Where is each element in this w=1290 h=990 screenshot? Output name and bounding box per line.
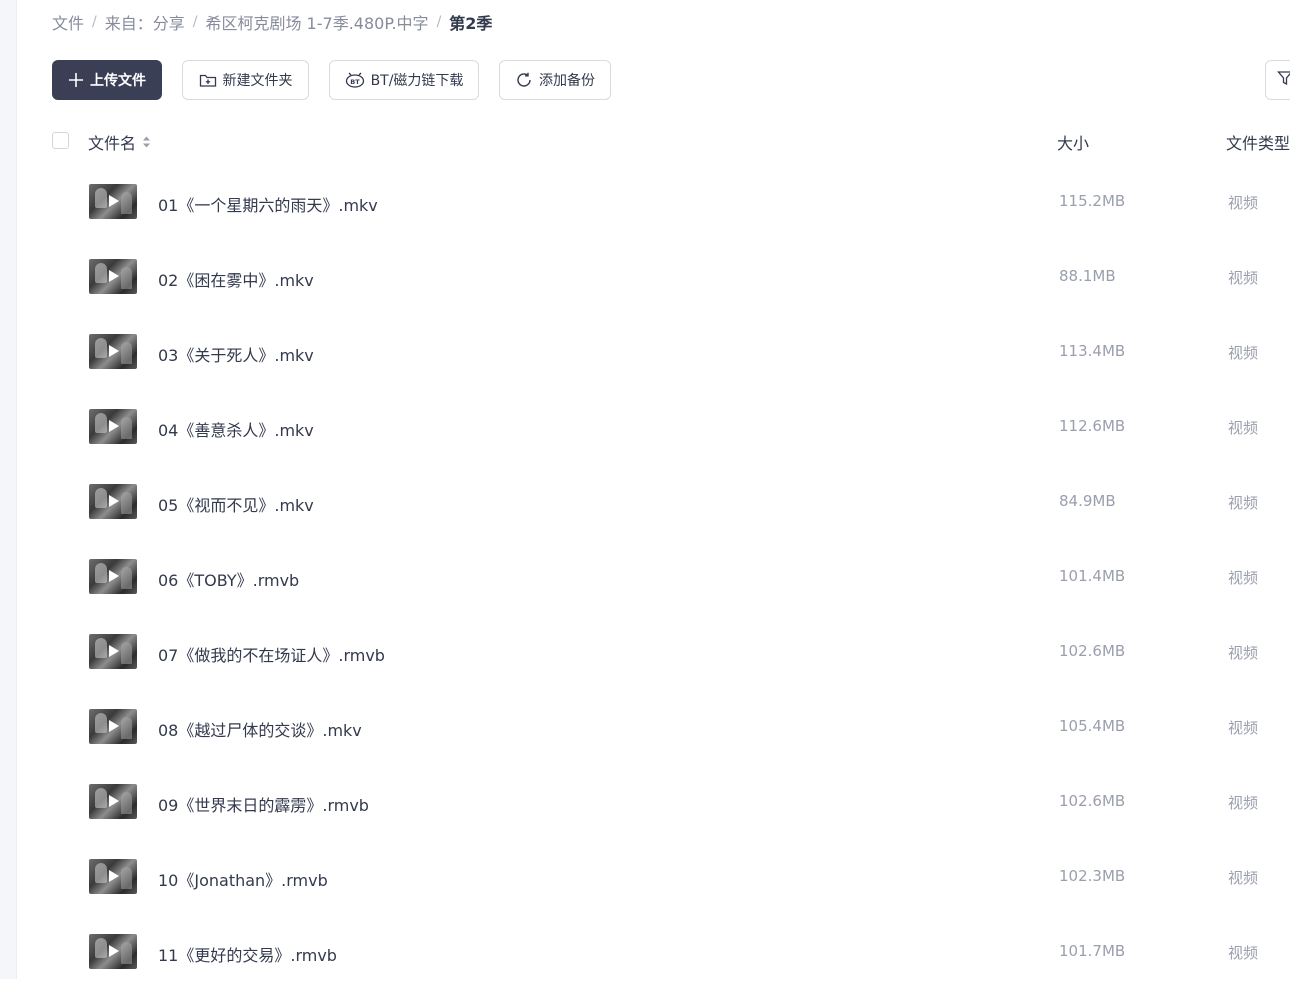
play-icon [109, 570, 119, 582]
file-name[interactable]: 07《做我的不在场证人》.rmvb [158, 642, 385, 666]
folder-add-icon [199, 72, 217, 88]
file-name[interactable]: 03《关于死人》.mkv [158, 342, 314, 366]
play-icon [109, 270, 119, 282]
file-type: 视频 [1228, 344, 1259, 362]
file-size: 84.9MB [1059, 492, 1116, 510]
breadcrumb-item-files[interactable]: 文件 [52, 10, 84, 34]
table-row[interactable]: 02《困在雾中》.mkv 88.1MB 视频 [0, 240, 1290, 315]
breadcrumb-current: 第2季 [449, 14, 493, 33]
breadcrumb: 文件 / 来自：分享 / 希区柯克剧场 1-7季.480P.中字 / 第2季 [52, 10, 492, 34]
file-size: 101.7MB [1059, 942, 1126, 960]
column-header-name[interactable]: 文件名 [88, 130, 151, 154]
play-icon [109, 720, 119, 732]
upload-button-label: 上传文件 [90, 73, 146, 89]
plus-icon [68, 72, 84, 88]
video-thumbnail[interactable] [89, 259, 137, 294]
file-size: 113.4MB [1059, 342, 1126, 360]
column-header-name-label: 文件名 [88, 134, 137, 153]
file-type: 视频 [1228, 419, 1259, 437]
play-icon [109, 420, 119, 432]
file-name[interactable]: 05《视而不见》.mkv [158, 492, 314, 516]
add-backup-button[interactable]: 添加备份 [499, 60, 611, 100]
table-row[interactable]: 04《善意杀人》.mkv 112.6MB 视频 [0, 390, 1290, 465]
play-icon [109, 645, 119, 657]
select-all-checkbox[interactable] [52, 132, 69, 149]
column-header-type[interactable]: 文件类型 [1226, 130, 1290, 154]
video-thumbnail[interactable] [89, 409, 137, 444]
table-header: 文件名 大小 文件类型 [52, 125, 1290, 155]
add-backup-label: 添加备份 [539, 73, 595, 89]
video-thumbnail[interactable] [89, 484, 137, 519]
bt-magnet-download-label: BT/磁力链下载 [370, 73, 464, 89]
file-size: 101.4MB [1059, 567, 1126, 585]
table-row[interactable]: 05《视而不见》.mkv 84.9MB 视频 [0, 465, 1290, 540]
file-type: 视频 [1228, 269, 1259, 287]
file-list: 01《一个星期六的雨天》.mkv 115.2MB 视频 02《困在雾中》.mkv… [0, 165, 1290, 990]
breadcrumb-item-series[interactable]: 希区柯克剧场 1-7季.480P.中字 [205, 10, 428, 34]
file-name[interactable]: 01《一个星期六的雨天》.mkv [158, 192, 378, 216]
file-type: 视频 [1228, 194, 1259, 212]
play-icon [109, 945, 119, 957]
file-size: 88.1MB [1059, 267, 1116, 285]
video-thumbnail[interactable] [89, 184, 137, 219]
file-size: 105.4MB [1059, 717, 1126, 735]
file-name[interactable]: 04《善意杀人》.mkv [158, 417, 314, 441]
video-thumbnail[interactable] [89, 559, 137, 594]
file-type: 视频 [1228, 494, 1259, 512]
file-name[interactable]: 02《困在雾中》.mkv [158, 267, 314, 291]
filter-button[interactable] [1265, 60, 1290, 100]
file-type: 视频 [1228, 869, 1259, 887]
video-thumbnail[interactable] [89, 634, 137, 669]
video-thumbnail[interactable] [89, 859, 137, 894]
table-row[interactable]: 06《TOBY》.rmvb 101.4MB 视频 [0, 540, 1290, 615]
breadcrumb-separator: / [192, 14, 198, 30]
table-row[interactable]: 10《Jonathan》.rmvb 102.3MB 视频 [0, 840, 1290, 915]
filter-icon [1277, 70, 1290, 90]
upload-button[interactable]: 上传文件 [52, 60, 162, 100]
video-thumbnail[interactable] [89, 784, 137, 819]
file-type: 视频 [1228, 794, 1259, 812]
new-folder-button-label: 新建文件夹 [222, 73, 293, 89]
sort-icon[interactable] [142, 135, 151, 149]
play-icon [109, 870, 119, 882]
file-name[interactable]: 06《TOBY》.rmvb [158, 567, 299, 591]
table-row[interactable]: 07《做我的不在场证人》.rmvb 102.6MB 视频 [0, 615, 1290, 690]
table-row[interactable]: 01《一个星期六的雨天》.mkv 115.2MB 视频 [0, 165, 1290, 240]
file-size: 102.6MB [1059, 792, 1126, 810]
file-size: 112.6MB [1059, 417, 1126, 435]
video-thumbnail[interactable] [89, 934, 137, 969]
play-icon [109, 495, 119, 507]
file-size: 102.3MB [1059, 867, 1126, 885]
video-thumbnail[interactable] [89, 334, 137, 369]
sync-icon [515, 71, 533, 89]
breadcrumb-separator: / [436, 14, 442, 30]
table-row[interactable]: 03《关于死人》.mkv 113.4MB 视频 [0, 315, 1290, 390]
svg-text:BT: BT [350, 78, 360, 86]
bt-icon: BT [345, 72, 365, 88]
video-thumbnail[interactable] [89, 709, 137, 744]
new-folder-button[interactable]: 新建文件夹 [182, 60, 309, 100]
file-name[interactable]: 11《更好的交易》.rmvb [158, 942, 337, 966]
file-type: 视频 [1228, 719, 1259, 737]
table-row[interactable]: 08《越过尸体的交谈》.mkv 105.4MB 视频 [0, 690, 1290, 765]
file-name[interactable]: 09《世界末日的霹雳》.rmvb [158, 792, 369, 816]
file-type: 视频 [1228, 569, 1259, 587]
file-size: 102.6MB [1059, 642, 1126, 660]
play-icon [109, 195, 119, 207]
bt-magnet-download-button[interactable]: BT BT/磁力链下载 [329, 60, 479, 100]
file-type: 视频 [1228, 644, 1259, 662]
breadcrumb-item-shared[interactable]: 来自：分享 [105, 10, 185, 34]
column-header-size[interactable]: 大小 [1057, 130, 1089, 154]
breadcrumb-separator: / [92, 14, 97, 30]
file-name[interactable]: 10《Jonathan》.rmvb [158, 867, 328, 891]
play-icon [109, 795, 119, 807]
file-type: 视频 [1228, 944, 1259, 962]
table-row[interactable]: 09《世界末日的霹雳》.rmvb 102.6MB 视频 [0, 765, 1290, 840]
play-icon [109, 345, 119, 357]
file-name[interactable]: 08《越过尸体的交谈》.mkv [158, 717, 362, 741]
file-size: 115.2MB [1059, 192, 1126, 210]
